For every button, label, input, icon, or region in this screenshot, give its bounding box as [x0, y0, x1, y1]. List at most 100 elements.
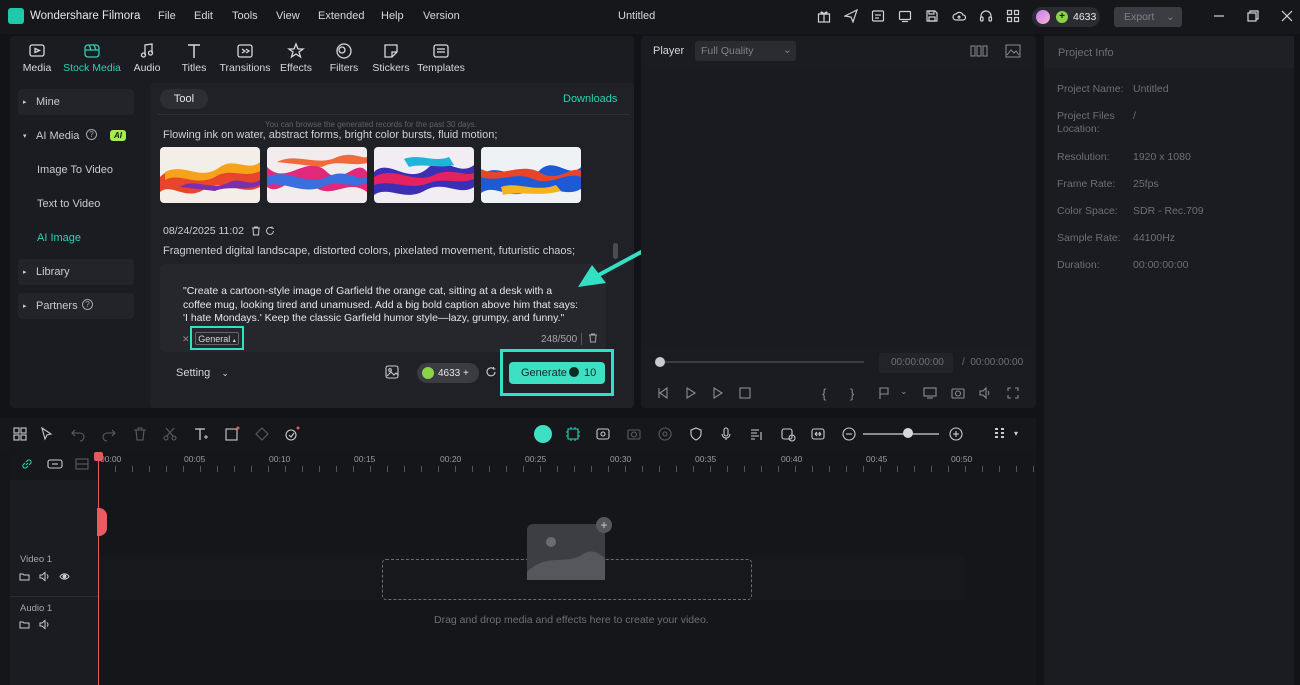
save-icon[interactable] — [925, 9, 941, 25]
select-tool-icon[interactable] — [39, 426, 55, 442]
microphone-icon[interactable] — [718, 426, 734, 442]
zoom-slider-track[interactable] — [863, 433, 939, 435]
previous-frame-icon[interactable] — [656, 386, 670, 400]
credits-pill[interactable]: + 4633 — [1032, 7, 1100, 27]
play-forward-icon[interactable] — [711, 386, 725, 400]
mask-icon[interactable] — [254, 426, 270, 442]
zoom-in-icon[interactable] — [948, 426, 964, 442]
replace-icon[interactable] — [780, 426, 796, 442]
eye-icon[interactable] — [59, 571, 70, 582]
smart-mode-icon[interactable] — [534, 425, 552, 443]
seek-handle[interactable] — [655, 357, 665, 367]
setting-dropdown[interactable]: Setting ⌄ — [176, 367, 229, 379]
help-icon[interactable]: ? — [82, 299, 93, 310]
delete-icon[interactable] — [132, 426, 148, 442]
trash-icon[interactable] — [251, 226, 261, 236]
screen-icon[interactable] — [898, 9, 914, 25]
display-icon[interactable] — [923, 386, 937, 400]
auto-reframe-icon[interactable] — [595, 426, 611, 442]
split-screen-icon[interactable] — [810, 426, 826, 442]
folder-icon[interactable] — [19, 619, 30, 630]
undo-icon[interactable] — [70, 426, 86, 442]
ai-tools-icon[interactable] — [284, 426, 300, 442]
tab-media[interactable]: Media — [17, 40, 57, 78]
style-dropdown[interactable]: General ▴ — [195, 332, 239, 345]
menu-tools[interactable]: Tools — [232, 10, 258, 22]
quality-dropdown[interactable]: Full Quality ⌄ — [695, 41, 796, 61]
seek-bar[interactable] — [660, 361, 864, 363]
tab-templates[interactable]: Templates — [417, 40, 465, 78]
sidebar-item-mine[interactable]: ▸ Mine — [18, 89, 134, 115]
clear-prompt-icon[interactable] — [588, 333, 598, 343]
layout-icon[interactable] — [12, 426, 28, 442]
text-tool-icon[interactable] — [193, 426, 209, 442]
current-timecode[interactable]: 00:00:00:00 — [879, 353, 953, 373]
cut-icon[interactable] — [162, 426, 178, 442]
generate-button[interactable]: Generate 10 — [509, 362, 605, 384]
volume-icon[interactable] — [39, 571, 50, 582]
playhead-side-handle[interactable] — [97, 508, 107, 536]
downloads-link[interactable]: Downloads — [563, 93, 617, 105]
grid-view-icon[interactable] — [970, 44, 988, 58]
credit-balance[interactable]: 4633 + — [417, 363, 479, 383]
sidebar-item-ai-media[interactable]: ▾ AI Media ? AI — [18, 123, 134, 149]
track-manager-icon[interactable] — [75, 458, 89, 470]
tab-stickers[interactable]: Stickers — [371, 40, 411, 78]
zoom-out-icon[interactable] — [841, 426, 857, 442]
tab-titles[interactable]: Titles — [174, 40, 214, 78]
menu-extended[interactable]: Extended — [318, 10, 364, 22]
stop-icon[interactable] — [738, 386, 752, 400]
mark-in-icon[interactable]: { — [822, 386, 836, 401]
minimize-icon[interactable] — [1213, 10, 1227, 24]
sidebar-item-image-to-video[interactable]: Image To Video — [37, 164, 113, 176]
track-options-icon[interactable] — [992, 426, 1008, 442]
menu-file[interactable]: File — [158, 10, 176, 22]
tab-tool[interactable]: Tool — [160, 89, 208, 109]
generated-image-thumbnail[interactable] — [267, 147, 367, 203]
sidebar-item-partners[interactable]: ▸ Partners ? — [18, 293, 134, 319]
play-icon[interactable] — [684, 386, 698, 400]
generated-image-thumbnail[interactable] — [481, 147, 581, 203]
volume-icon[interactable] — [978, 386, 992, 400]
mark-out-icon[interactable]: } — [850, 386, 864, 401]
folder-icon[interactable] — [19, 571, 30, 582]
media-library-icon[interactable] — [871, 9, 887, 25]
tab-transitions[interactable]: Transitions — [219, 40, 271, 78]
gift-icon[interactable] — [817, 9, 833, 25]
tab-effects[interactable]: Effects — [276, 40, 316, 78]
shield-icon[interactable] — [688, 426, 704, 442]
style-selector[interactable]: General ▴ — [190, 326, 244, 350]
motion-track-icon[interactable] — [657, 426, 673, 442]
menu-view[interactable]: View — [276, 10, 300, 22]
marker-icon[interactable] — [877, 386, 891, 400]
prompt-textarea[interactable]: "Create a cartoon-style image of Garfiel… — [183, 285, 583, 326]
refresh-icon[interactable] — [485, 366, 497, 378]
ai-feature-icon[interactable] — [565, 426, 581, 442]
subtitle-icon[interactable] — [749, 426, 765, 442]
fullscreen-icon[interactable] — [1006, 386, 1020, 400]
regenerate-icon[interactable] — [265, 226, 275, 236]
sidebar-item-ai-image[interactable]: AI Image — [37, 232, 81, 244]
playhead-handle[interactable] — [94, 452, 103, 461]
playhead-line[interactable] — [98, 452, 99, 685]
cloud-icon[interactable] — [952, 9, 968, 25]
zoom-slider-handle[interactable] — [903, 428, 913, 438]
export-button[interactable]: Export ⌄ — [1114, 7, 1182, 27]
sidebar-item-library[interactable]: ▸ Library — [18, 259, 134, 285]
reference-image-icon[interactable] — [385, 365, 399, 379]
help-icon[interactable]: ? — [86, 129, 97, 140]
generated-image-thumbnail[interactable] — [374, 147, 474, 203]
link-icon[interactable] — [21, 458, 32, 469]
menu-version[interactable]: Version — [423, 10, 460, 22]
menu-help[interactable]: Help — [381, 10, 404, 22]
close-icon[interactable] — [1281, 10, 1295, 24]
restore-icon[interactable] — [1247, 10, 1261, 24]
tab-filters[interactable]: Filters — [324, 40, 364, 78]
headset-icon[interactable] — [979, 9, 995, 25]
sidebar-item-text-to-video[interactable]: Text to Video — [37, 198, 100, 210]
volume-icon[interactable] — [39, 619, 50, 630]
add-track-icon[interactable] — [47, 458, 63, 469]
crop-icon[interactable] — [224, 426, 240, 442]
chevron-down-icon[interactable]: ⌄ — [900, 386, 914, 400]
menu-edit[interactable]: Edit — [194, 10, 213, 22]
